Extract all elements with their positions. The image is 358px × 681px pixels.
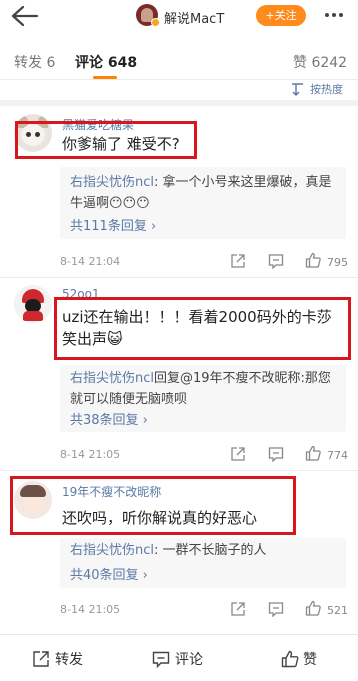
comment-button[interactable]: 评论 <box>175 649 203 669</box>
repost-icon[interactable] <box>32 650 50 668</box>
like-icon[interactable] <box>305 600 321 616</box>
divider <box>0 79 358 80</box>
reply-text: : 一群不长脑子的人 <box>154 543 267 558</box>
share-icon[interactable] <box>230 446 246 462</box>
share-icon[interactable] <box>230 601 246 617</box>
like-count: 521 <box>327 604 348 617</box>
like-icon[interactable] <box>281 650 299 668</box>
follow-button[interactable]: +关注 <box>256 5 306 26</box>
repost-button[interactable]: 转发 <box>55 649 83 669</box>
highlight-box <box>54 297 351 360</box>
more-replies-link[interactable]: 共111条回复 › <box>70 215 156 234</box>
reply-preview[interactable]: 右指尖忧伤ncl: 一群不长脑子的人 共40条回复 › <box>60 538 346 588</box>
reply-preview[interactable]: 右指尖忧伤ncl: 拿一个小号来这里爆破，真是牛逼啊😶😶😶 共111条回复 › <box>60 167 346 239</box>
verified-badge-icon <box>151 18 160 27</box>
reply-username[interactable]: 右指尖忧伤ncl <box>70 543 154 558</box>
commenter-avatar[interactable] <box>14 285 52 323</box>
tab-like[interactable]: 赞 6242 <box>293 52 347 72</box>
like-count: 795 <box>327 256 348 269</box>
comment-icon[interactable] <box>152 650 170 668</box>
reply-username[interactable]: 右指尖忧伤ncl <box>70 175 154 190</box>
bottom-action-bar: 转发 评论 赞 <box>0 634 358 681</box>
comment-icon[interactable] <box>268 253 284 269</box>
like-button[interactable]: 赞 <box>303 649 317 669</box>
reply-username[interactable]: 右指尖忧伤ncl <box>70 371 154 386</box>
share-icon[interactable] <box>230 253 246 269</box>
more-replies-link[interactable]: 共40条回复 › <box>70 564 148 583</box>
back-arrow-icon[interactable] <box>9 4 39 28</box>
tab-repost[interactable]: 转发 6 <box>14 52 55 72</box>
reply-preview[interactable]: 右指尖忧伤ncl回复@19年不瘦不改昵称:那您就可以随便无脑喷呗 共38条回复 … <box>60 365 346 432</box>
page-title: 解说MacT <box>164 12 225 27</box>
more-options-icon[interactable] <box>323 5 345 25</box>
divider <box>0 277 358 278</box>
highlight-box <box>15 121 197 159</box>
comment-time: 8-14 21:04 <box>60 255 121 268</box>
top-bar: 解说MacT +关注 <box>0 0 358 34</box>
sort-icon[interactable] <box>291 82 307 96</box>
section-gap <box>0 100 358 106</box>
comment-icon[interactable] <box>268 446 284 462</box>
tab-comment[interactable]: 评论 648 <box>75 52 137 72</box>
comment-time: 8-14 21:05 <box>60 448 121 461</box>
divider <box>0 470 358 471</box>
comment-icon[interactable] <box>268 601 284 617</box>
more-replies-link[interactable]: 共38条回复 › <box>70 409 148 428</box>
sort-by-hot-label[interactable]: 按热度 <box>310 81 343 97</box>
like-icon[interactable] <box>305 445 321 461</box>
highlight-box <box>10 476 296 535</box>
like-count: 774 <box>327 449 348 462</box>
like-icon[interactable] <box>305 252 321 268</box>
comment-time: 8-14 21:05 <box>60 603 121 616</box>
